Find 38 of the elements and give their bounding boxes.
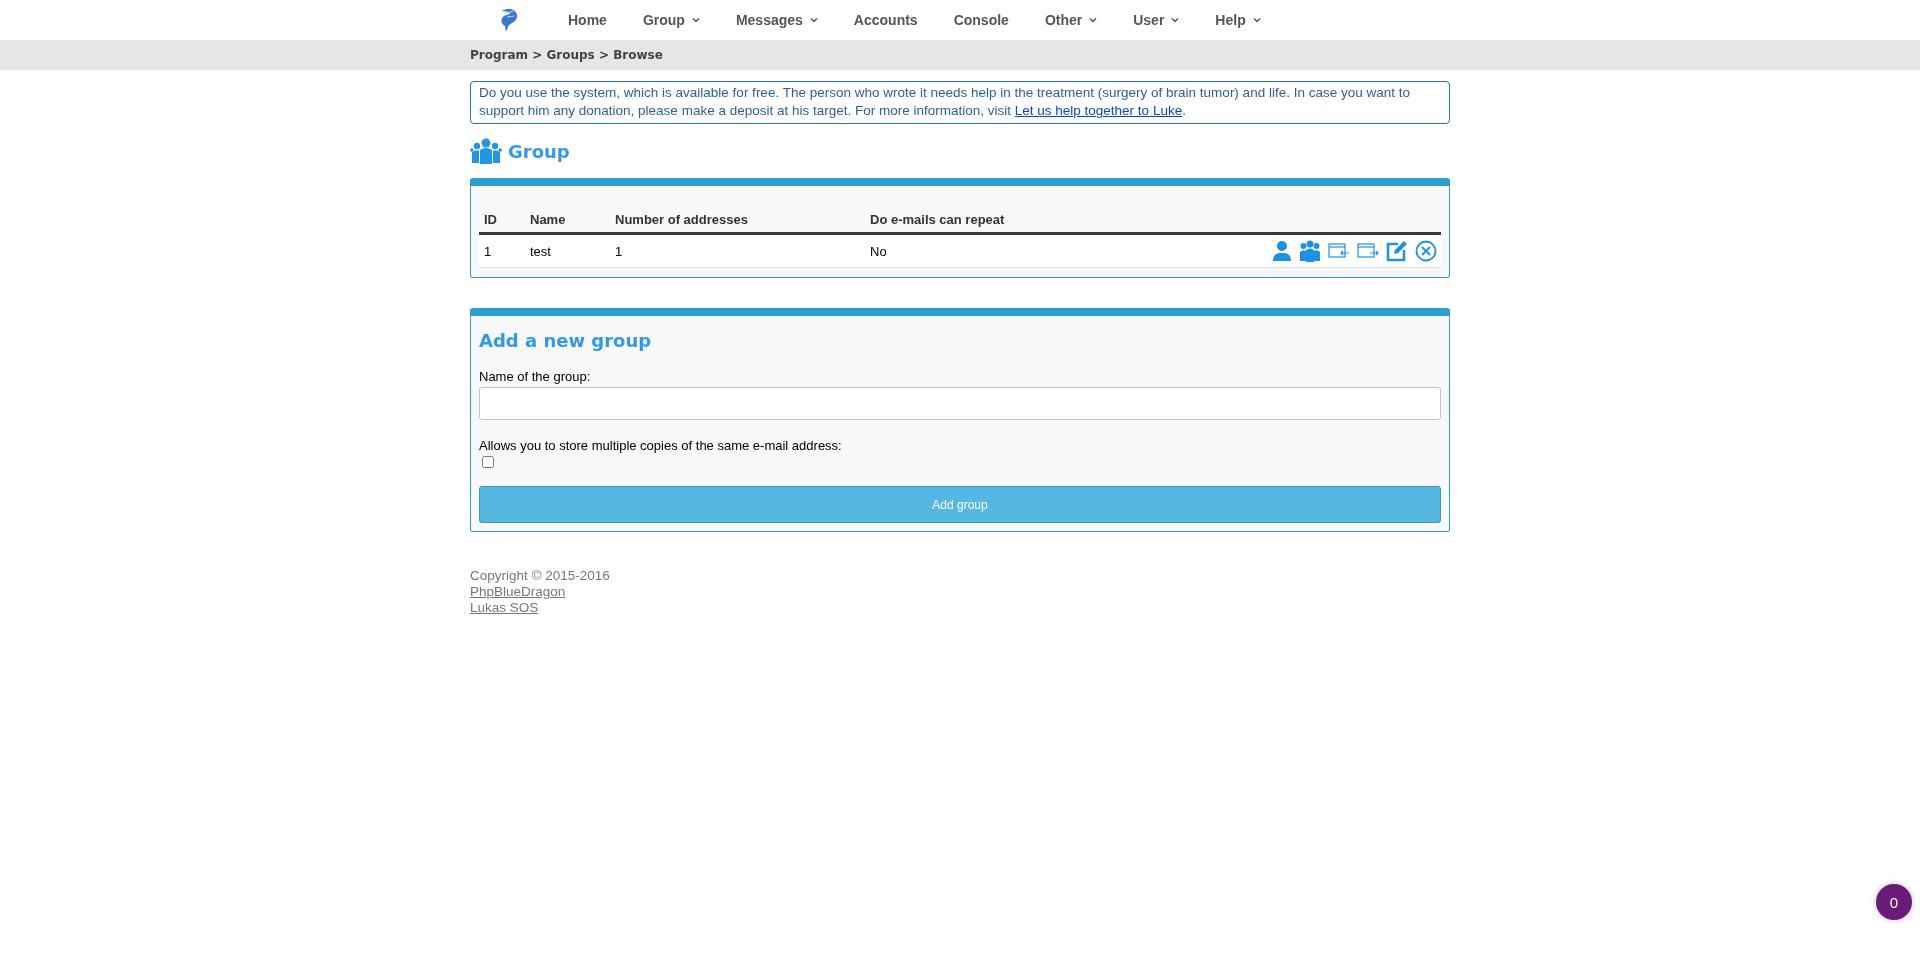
table-cell: 1 — [479, 233, 525, 268]
caret-icon — [691, 17, 700, 23]
table-cell: No — [865, 233, 1241, 268]
checkbox[interactable] — [482, 456, 494, 468]
people-icon[interactable] — [1299, 240, 1321, 262]
page-title: Group — [508, 140, 570, 162]
nav-link[interactable]: Group — [624, 12, 718, 28]
window-import-icon[interactable] — [1328, 243, 1350, 259]
caret-icon — [1171, 17, 1180, 23]
notice-text: Do you use the system, which is available for free. The person who wrote it needs help in the treatment (surgery of brain tumor) and life. In case you want to support him any donation, please make a deposit at his target. For more information, visit Let us help together to Luke. — [470, 81, 1450, 124]
caret-icon — [1089, 17, 1098, 23]
nav-link[interactable]: Other — [1026, 12, 1116, 28]
field-label: Name of the group: — [479, 369, 592, 384]
caret-icon — [1252, 17, 1261, 23]
breadcrumb: Program > Groups > Browse — [470, 48, 663, 62]
copyright-text: Copyright © 2015-2016 — [470, 568, 610, 584]
nav-link[interactable]: User — [1115, 12, 1198, 28]
link[interactable]: Let us help together to Luke — [1014, 103, 1183, 118]
nav-link[interactable]: Home — [550, 12, 625, 28]
table-cell: 1 — [610, 233, 865, 268]
nav-link[interactable]: Help — [1197, 12, 1279, 28]
count-badge[interactable]: 0 — [1876, 884, 1912, 920]
footer-link[interactable]: PhpBlueDragon — [470, 584, 566, 600]
nav-link[interactable]: Console — [935, 12, 1027, 28]
footer-link[interactable]: Lukas SOS — [470, 600, 539, 616]
checkbox-label: Allows you to store multiple copies of the same e-mail address: — [479, 438, 843, 453]
form-title: Add a new group — [479, 330, 653, 351]
user-icon[interactable] — [1272, 240, 1292, 262]
people-icon — [470, 138, 502, 164]
dragon-logo-icon[interactable] — [498, 7, 520, 33]
group-name-input[interactable] — [479, 387, 1441, 420]
nav-link[interactable]: Accounts — [835, 12, 936, 28]
caret-icon — [809, 17, 818, 23]
nav-link[interactable]: Messages — [717, 12, 836, 28]
window-export-icon[interactable] — [1357, 243, 1379, 259]
delete-icon[interactable] — [1415, 240, 1437, 262]
edit-icon[interactable] — [1386, 240, 1408, 262]
table-cell: test — [525, 233, 610, 268]
